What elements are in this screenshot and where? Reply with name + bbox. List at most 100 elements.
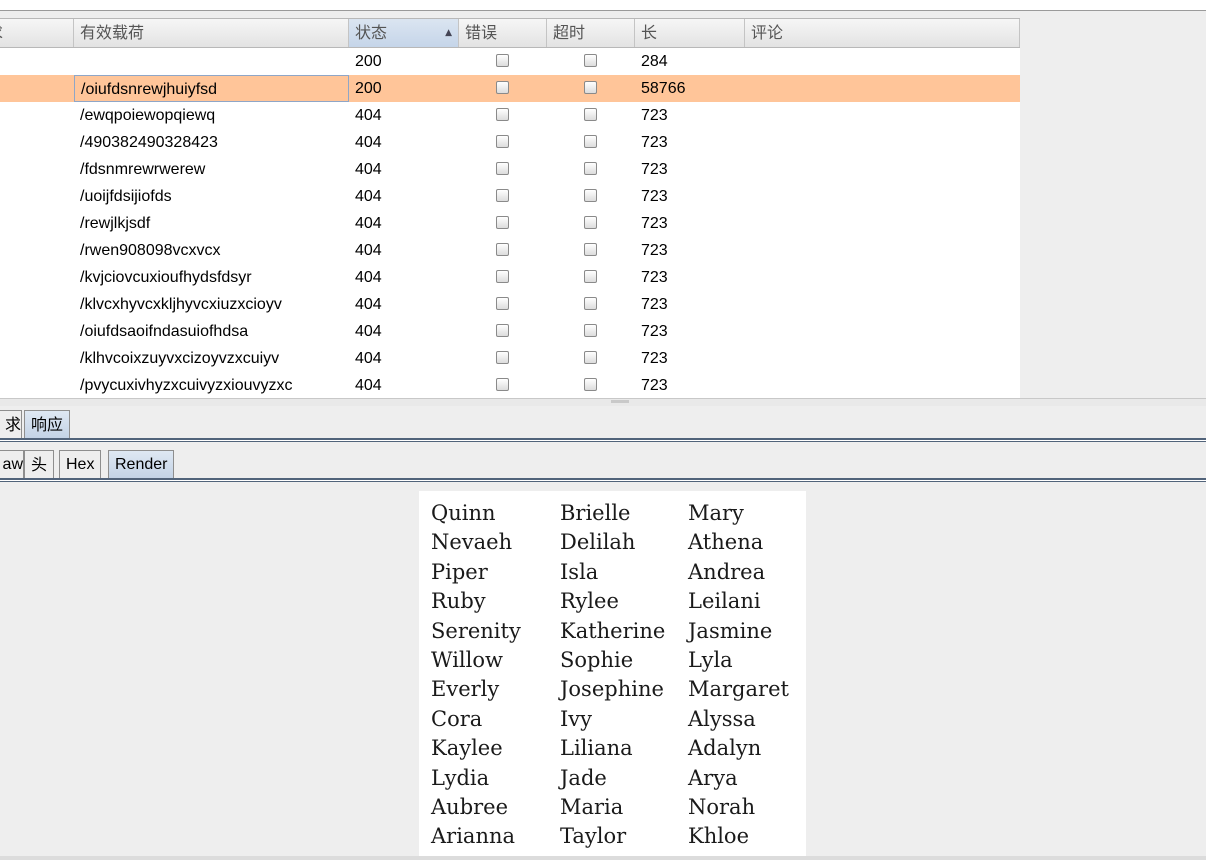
error-checkbox[interactable] (496, 378, 509, 391)
table-row[interactable]: /rwen908098vcxvcx 404 723 (0, 237, 1020, 264)
timeout-checkbox[interactable] (584, 351, 597, 364)
table-row[interactable]: 200 284 (0, 48, 1020, 75)
column-header-status-label: 状态 (355, 23, 388, 42)
tab-request[interactable]: 求 (0, 410, 22, 438)
sort-ascending-icon: ▲ (445, 28, 452, 38)
payload-cell: /kvjciovcuxioufhydsfdsyr (80, 269, 252, 286)
tab-render[interactable]: Render (108, 450, 175, 478)
view-tab-divider (0, 478, 1206, 482)
render-area: Quinn Nevaeh Piper Ruby Serenity Willow Everly… (0, 486, 1206, 856)
payload-cell: /rwen908098vcxvcx (80, 242, 221, 259)
rendered-name: Arianna (431, 824, 516, 849)
rendered-name: Rylee (560, 589, 619, 614)
timeout-checkbox[interactable] (584, 135, 597, 148)
rendered-name: Alyssa (688, 706, 756, 731)
rendered-name: Athena (688, 530, 764, 555)
rendered-name: Ivy (560, 706, 593, 731)
error-checkbox[interactable] (496, 351, 509, 364)
error-checkbox[interactable] (496, 135, 509, 148)
length-cell: 723 (641, 377, 668, 394)
error-checkbox[interactable] (496, 216, 509, 229)
results-table[interactable]: 求 有效载荷 状态 ▲ 错误 超时 长 评论 200 284/oiufdsnrewj… (0, 18, 1020, 398)
error-checkbox[interactable] (496, 162, 509, 175)
error-checkbox[interactable] (496, 54, 509, 67)
rendered-name: Khloe (688, 824, 750, 849)
error-checkbox[interactable] (496, 270, 509, 283)
table-row[interactable]: /oiufdsaoifndasuiofhdsa 404 723 (0, 318, 1020, 345)
error-checkbox[interactable] (496, 324, 509, 337)
tab-hex-label: Hex (66, 456, 95, 473)
payload-cell: /pvycuxivhyzxcuivyzxiouvyzxc (80, 377, 293, 394)
table-row[interactable]: /klvcxhyvcxkljhyvcxiuzxcioyv 404 723 (0, 291, 1020, 318)
rendered-page[interactable]: Quinn Nevaeh Piper Ruby Serenity Willow Everly… (419, 491, 806, 856)
rendered-name: Leilani (688, 589, 761, 614)
rendered-name: Brielle (560, 501, 631, 525)
table-row[interactable]: /pvycuxivhyzxcuivyzxiouvyzxc 404 723 (0, 372, 1020, 398)
table-row[interactable]: /uoijfdsijiofds 404 723 (0, 183, 1020, 210)
tab-response[interactable]: 响应 (24, 410, 71, 438)
tab-hex[interactable]: Hex (59, 450, 102, 478)
timeout-checkbox[interactable] (584, 54, 597, 67)
rendered-name: Delilah (560, 530, 636, 555)
length-cell: 723 (641, 323, 668, 340)
splitter-grip-icon[interactable] (611, 400, 629, 403)
length-cell: 284 (641, 53, 668, 70)
error-checkbox[interactable] (496, 108, 509, 121)
length-cell: 58766 (641, 80, 686, 97)
rendered-name: Nevaeh (431, 530, 513, 555)
column-header-comment-label: 评论 (751, 23, 784, 42)
top-toolbar-strip (0, 0, 1206, 11)
rendered-name: Willow (431, 648, 503, 672)
table-row[interactable]: /kvjciovcuxioufhydsfdsyr 404 723 (0, 264, 1020, 291)
table-row[interactable]: /ewqpoiewopqiewq 404 723 (0, 102, 1020, 129)
timeout-checkbox[interactable] (584, 189, 597, 202)
timeout-checkbox[interactable] (584, 108, 597, 121)
table-row[interactable]: /fdsnmrewrwerew 404 723 (0, 156, 1020, 183)
table-row[interactable]: /490382490328423 404 723 (0, 129, 1020, 156)
rendered-name: Andrea (688, 559, 766, 584)
table-header: 求 有效载荷 状态 ▲ 错误 超时 长 评论 (0, 18, 1020, 48)
rendered-name: Taylor (560, 824, 627, 849)
timeout-checkbox[interactable] (584, 297, 597, 310)
comment-cell (745, 129, 1020, 156)
timeout-checkbox[interactable] (584, 81, 597, 94)
error-checkbox[interactable] (496, 297, 509, 310)
payload-cell: /490382490328423 (80, 134, 218, 151)
column-header-timeout[interactable]: 超时 (547, 19, 635, 47)
column-header-request-label: 求 (0, 23, 3, 42)
payload-cell: /uoijfdsijiofds (80, 188, 172, 205)
timeout-checkbox[interactable] (584, 243, 597, 256)
column-header-payload[interactable]: 有效载荷 (74, 19, 349, 47)
comment-cell (745, 291, 1020, 318)
rendered-name: Sophie (560, 648, 634, 672)
tab-headers[interactable]: 头 (24, 450, 55, 478)
timeout-checkbox[interactable] (584, 162, 597, 175)
timeout-checkbox[interactable] (584, 270, 597, 283)
rendered-name: Adalyn (688, 736, 762, 761)
error-checkbox[interactable] (496, 189, 509, 202)
column-header-payload-label: 有效载荷 (80, 23, 145, 42)
timeout-checkbox[interactable] (584, 378, 597, 391)
bottom-border (0, 856, 1206, 860)
message-tab-divider (0, 438, 1206, 442)
rendered-name: Aubree (431, 795, 509, 819)
column-header-error[interactable]: 错误 (459, 19, 547, 47)
error-checkbox[interactable] (496, 243, 509, 256)
rendered-name: Lydia (431, 765, 490, 790)
table-row[interactable]: /oiufdsnrewjhuiyfsd 200 58766 (0, 75, 1020, 102)
column-header-comment[interactable]: 评论 (745, 19, 1020, 47)
tab-raw[interactable]: aw (0, 450, 24, 478)
error-checkbox[interactable] (496, 81, 509, 94)
timeout-checkbox[interactable] (584, 324, 597, 337)
table-row[interactable]: /klhvcoixzuyvxcizoyvzxcuiyv 404 723 (0, 345, 1020, 372)
column-header-error-label: 错误 (465, 23, 498, 42)
column-header-length[interactable]: 长 (635, 19, 745, 47)
status-cell: 200 (355, 80, 382, 97)
status-cell: 404 (355, 134, 382, 151)
column-header-request[interactable]: 求 (0, 19, 74, 47)
pane-splitter[interactable] (0, 398, 1206, 406)
comment-cell (745, 156, 1020, 183)
table-row[interactable]: /rewjlkjsdf 404 723 (0, 210, 1020, 237)
column-header-status[interactable]: 状态 ▲ (349, 19, 459, 47)
timeout-checkbox[interactable] (584, 216, 597, 229)
